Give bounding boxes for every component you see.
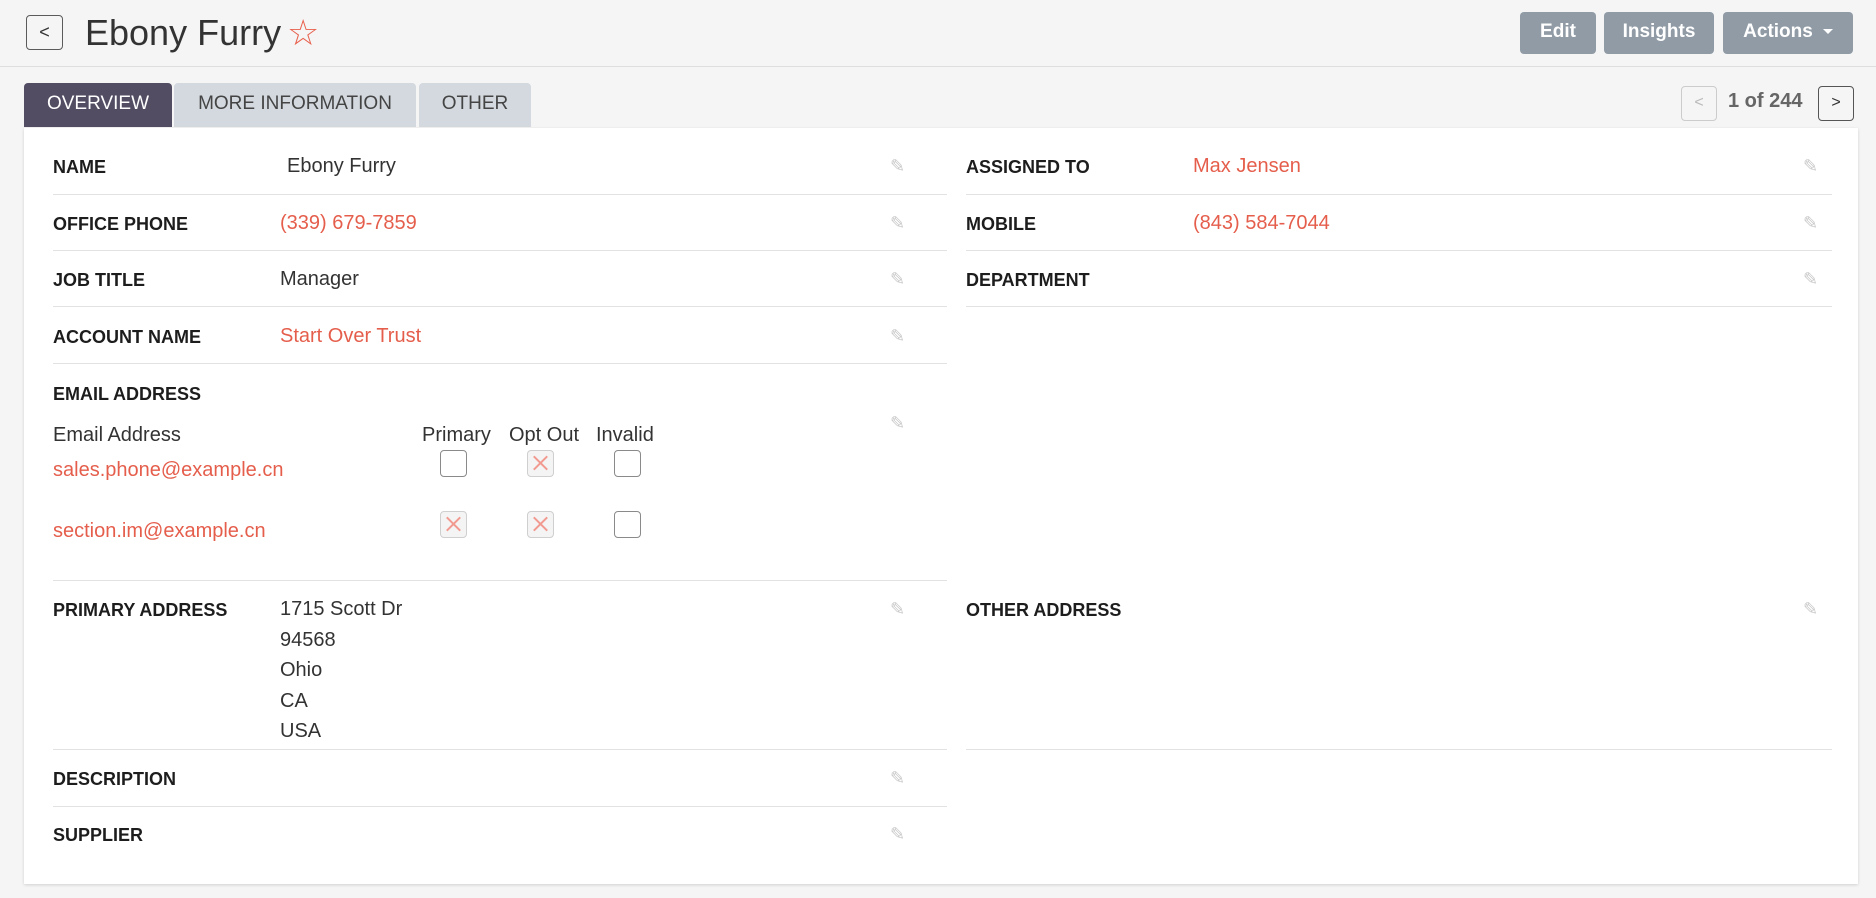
supplier-label: SUPPLIER [53,825,144,845]
record-counter: 1 of 244 [1728,90,1803,112]
address-city: Ohio [280,659,323,681]
job-title-value: Manager [280,268,359,290]
mobile-link[interactable]: (843) 584-7044 [1193,212,1330,235]
actions-label: Actions [1743,21,1813,42]
assigned-to-label: ASSIGNED TO [966,157,1090,177]
assigned-to-link[interactable]: Max Jensen [1193,155,1301,178]
caret-down-icon [1822,29,1833,35]
address-postal-code: 94568 [280,628,336,651]
pencil-icon[interactable]: ✎ [1803,213,1818,234]
pencil-icon[interactable]: ✎ [1803,156,1818,177]
divider [53,580,947,581]
divider [53,749,947,750]
invalid-column-header: Invalid [596,424,654,446]
tab-more-information[interactable]: MORE INFORMATION [174,83,416,127]
divider [966,749,1832,750]
address-country: USA [280,720,322,742]
address-state: CA [280,689,308,712]
office-phone-link[interactable]: (339) 679-7859 [280,212,417,235]
address-street: 1715 Scott Dr [280,598,403,620]
invalid-checkbox[interactable] [614,511,641,538]
insights-button[interactable]: Insights [1604,12,1714,54]
description-label: DESCRIPTION [53,769,177,789]
email-column-header: Email Address [53,424,181,446]
email-address-label: EMAIL ADDRESS [53,384,202,404]
pencil-icon[interactable]: ✎ [890,213,905,234]
divider [966,250,1832,251]
actions-button[interactable]: Actions [1723,12,1853,54]
detail-panel: NAME Ebony Furry ✎ ASSIGNED TO Max Jense… [24,128,1858,884]
divider [966,194,1832,195]
pencil-icon[interactable]: ✎ [890,824,905,845]
name-value: Ebony Furry [287,155,396,177]
primary-address-label: PRIMARY ADDRESS [53,600,228,620]
previous-record-button[interactable]: < [1681,86,1717,121]
pencil-icon[interactable]: ✎ [890,599,905,620]
primary-address-value: 1715 Scott Dr 94568 Ohio CA USA [280,594,402,747]
divider [53,363,947,364]
tab-other[interactable]: OTHER [419,83,531,127]
invalid-checkbox[interactable] [614,450,641,477]
primary-column-header: Primary [422,424,491,446]
office-phone-label: OFFICE PHONE [53,214,189,234]
divider [53,194,947,195]
account-name-link[interactable]: Start Over Trust [280,325,421,348]
name-label: NAME [53,157,106,177]
primary-checkbox[interactable] [440,450,467,477]
pencil-icon[interactable]: ✎ [890,156,905,177]
page-title: Ebony Furry [85,12,282,53]
email-link[interactable]: sales.phone@example.cn [53,459,283,482]
primary-checkbox[interactable] [440,511,467,538]
tab-overview[interactable]: OVERVIEW [24,83,172,127]
divider [53,250,947,251]
next-record-button[interactable]: > [1818,86,1854,121]
pencil-icon[interactable]: ✎ [890,326,905,347]
pencil-icon[interactable]: ✎ [1803,599,1818,620]
mobile-label: MOBILE [966,214,1036,234]
department-label: DEPARTMENT [966,270,1090,290]
opt-out-checkbox[interactable] [527,450,554,477]
email-link[interactable]: section.im@example.cn [53,520,266,543]
detail-header: < Ebony Furry ☆ Edit Insights Actions [0,0,1876,67]
divider [53,806,947,807]
pencil-icon[interactable]: ✎ [890,413,905,434]
job-title-label: JOB TITLE [53,270,146,290]
pencil-icon[interactable]: ✎ [890,768,905,789]
other-address-label: OTHER ADDRESS [966,600,1122,620]
edit-button[interactable]: Edit [1520,12,1596,54]
divider [966,306,1832,307]
opt-out-column-header: Opt Out [509,424,580,446]
pencil-icon[interactable]: ✎ [1803,269,1818,290]
divider [53,306,947,307]
account-name-label: ACCOUNT NAME [53,327,201,347]
pencil-icon[interactable]: ✎ [890,269,905,290]
opt-out-checkbox[interactable] [527,511,554,538]
star-icon[interactable]: ☆ [287,15,319,51]
back-button[interactable]: < [26,15,63,50]
